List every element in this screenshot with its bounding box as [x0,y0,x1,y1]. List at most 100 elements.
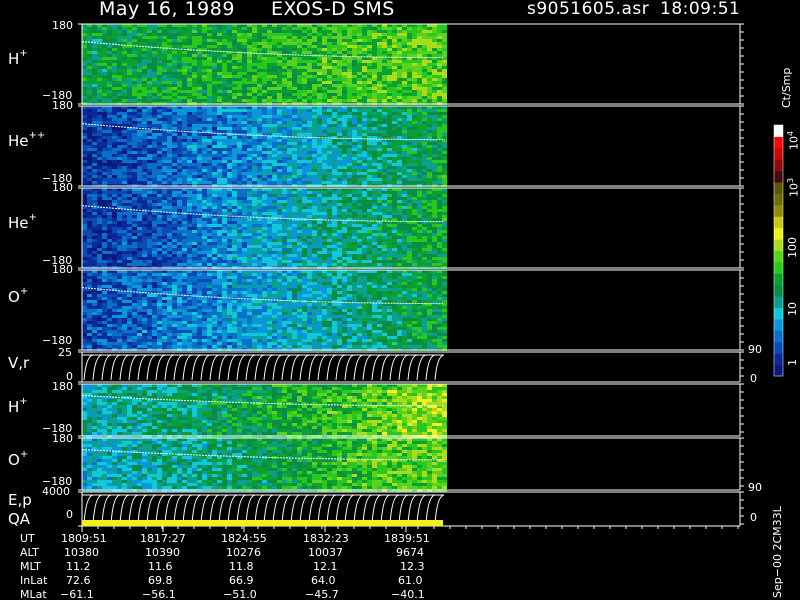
heatmap-cell [177,175,182,178]
heatmap-cell [112,221,117,224]
heatmap-cell [282,142,287,145]
heatmap-cell [192,206,197,209]
heatmap-cell [207,248,212,251]
heatmap-cell [417,81,422,84]
heatmap-cell [137,257,142,260]
heatmap-cell [187,254,192,257]
heatmap-cell [212,191,217,194]
heatmap-cell [352,172,357,175]
heatmap-cell [402,51,407,54]
heatmap-cell [242,75,247,78]
heatmap-cell [92,48,97,51]
heatmap-cell [292,163,297,166]
heatmap-cell [412,163,417,166]
heatmap-cell [407,130,412,133]
heatmap-cell [122,154,127,157]
heatmap-cell [262,151,267,154]
heatmap-cell [227,87,232,90]
heatmap-cell [87,212,92,215]
heatmap-cell [297,178,302,181]
heatmap-cell [132,218,137,221]
heatmap-cell [257,233,262,236]
heatmap-cell [412,54,417,57]
heatmap-cell [307,39,312,42]
heatmap-cell [167,75,172,78]
heatmap-cell [222,148,227,151]
heatmap-cell [142,63,147,66]
heatmap-cell [192,36,197,39]
heatmap-cell [242,27,247,30]
heatmap-cell [382,51,387,54]
heatmap-cell [117,139,122,142]
heatmap-cell [257,66,262,69]
heatmap-cell [442,166,447,169]
heatmap-cell [132,212,137,215]
heatmap-cell [177,215,182,218]
heatmap-cell [387,42,392,45]
heatmap-cell [262,78,267,81]
heatmap-cell [112,215,117,218]
heatmap-cell [392,112,397,115]
heatmap-cell [97,133,102,136]
heatmap-cell [207,127,212,130]
heatmap-cell [277,36,282,39]
heatmap-cell [87,145,92,148]
heatmap-cell [427,60,432,63]
heatmap-cell [162,200,167,203]
heatmap-cell [252,81,257,84]
heatmap-cell [387,87,392,90]
heatmap-cell [167,66,172,69]
heatmap-cell [292,181,297,184]
heatmap-cell [437,154,442,157]
heatmap-cell [287,33,292,36]
heatmap-cell [257,197,262,200]
heatmap-cell [362,172,367,175]
heatmap-cell [297,63,302,66]
heatmap-cell [167,148,172,151]
heatmap-cell [207,236,212,239]
heatmap-cell [252,90,257,93]
heatmap-cell [152,191,157,194]
heatmap-cell [162,203,167,206]
heatmap-cell [177,66,182,69]
heatmap-cell [152,60,157,63]
heatmap-cell [142,30,147,33]
heatmap-cell [327,60,332,63]
heatmap-cell [157,124,162,127]
heatmap-cell [257,230,262,233]
heatmap-cell [177,239,182,242]
heatmap-cell [257,194,262,197]
heatmap-cell [117,203,122,206]
heatmap-cell [197,209,202,212]
heatmap-cell [117,248,122,251]
heatmap-cell [327,39,332,42]
heatmap-cell [87,118,92,121]
heatmap-cell [182,99,187,102]
heatmap-cell [172,221,177,224]
heatmap-cell [187,96,192,99]
heatmap-cell [362,78,367,81]
heatmap-cell [372,45,377,48]
heatmap-cell [227,221,232,224]
heatmap-cell [437,90,442,93]
heatmap-cell [252,169,257,172]
heatmap-cell [147,93,152,96]
heatmap-cell [347,172,352,175]
heatmap-cell [242,69,247,72]
heatmap-cell [362,63,367,66]
heatmap-cell [217,257,222,260]
heatmap-cell [367,63,372,66]
heatmap-cell [267,118,272,121]
heatmap-cell [172,169,177,172]
heatmap-cell [317,181,322,184]
heatmap-cell [352,99,357,102]
heatmap-cell [147,242,152,245]
heatmap-cell [277,112,282,115]
heatmap-cell [227,63,232,66]
heatmap-cell [247,130,252,133]
heatmap-cell [372,33,377,36]
heatmap-cell [147,142,152,145]
heatmap-cell [322,57,327,60]
heatmap-cell [152,78,157,81]
heatmap-cell [352,127,357,130]
